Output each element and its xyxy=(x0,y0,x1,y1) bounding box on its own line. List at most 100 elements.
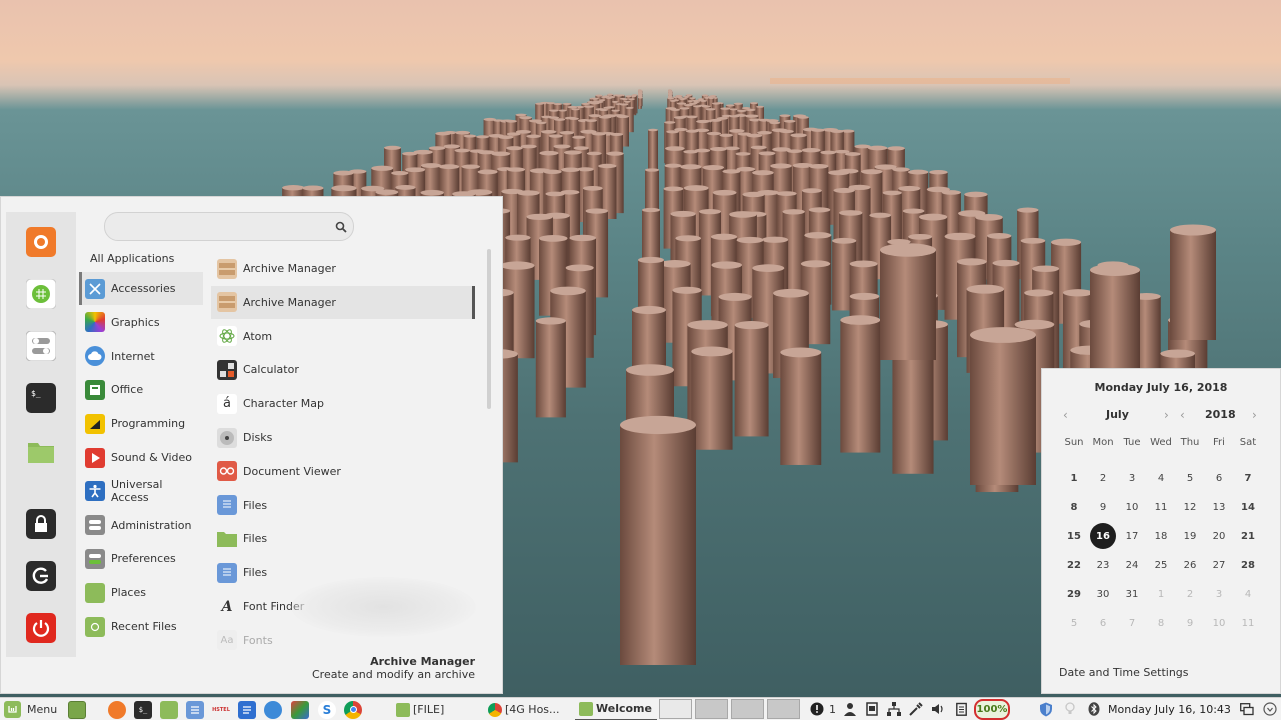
search-input[interactable] xyxy=(104,212,354,241)
workspace-4[interactable] xyxy=(767,699,800,719)
panel-clock[interactable]: Monday July 16, 10:43 xyxy=(1108,698,1231,720)
calendar-day[interactable]: 23 xyxy=(1089,552,1117,578)
app-item-character-map[interactable]: á Character Map xyxy=(211,387,475,420)
favorite-lock[interactable] xyxy=(26,509,56,539)
calendar-day[interactable]: 26 xyxy=(1176,552,1204,578)
calendar-day[interactable]: 10 xyxy=(1205,610,1233,636)
prev-year-icon[interactable]: ‹ xyxy=(1180,408,1185,422)
calendar-day[interactable]: 14 xyxy=(1234,494,1262,520)
calendar-day[interactable]: 15 xyxy=(1060,523,1088,549)
shield-icon[interactable] xyxy=(1038,701,1054,717)
calendar-day[interactable]: 21 xyxy=(1234,523,1262,549)
calendar-day[interactable]: 29 xyxy=(1060,581,1088,607)
calendar-day[interactable]: 5 xyxy=(1176,465,1204,491)
launcher-document[interactable] xyxy=(238,698,256,720)
clipboard-icon[interactable] xyxy=(864,701,880,717)
calendar-day[interactable]: 7 xyxy=(1118,610,1146,636)
clipboard-manager-icon[interactable] xyxy=(953,701,969,717)
session-icon[interactable] xyxy=(1262,701,1278,717)
calendar-day[interactable]: 5 xyxy=(1060,610,1088,636)
app-item-files[interactable]: Files xyxy=(211,522,475,555)
battery-indicator[interactable]: 100% xyxy=(974,699,1010,720)
category-universal-access[interactable]: Universal Access xyxy=(79,475,203,508)
menu-button[interactable]: Menu xyxy=(4,698,57,720)
volume-icon[interactable] xyxy=(930,701,946,717)
redshift-icon[interactable] xyxy=(1062,701,1078,717)
category-accessories[interactable]: Accessories xyxy=(79,272,203,305)
workspace-3[interactable] xyxy=(731,699,764,719)
calendar-day[interactable]: 3 xyxy=(1118,465,1146,491)
workspace-1[interactable] xyxy=(659,699,692,719)
category-preferences[interactable]: Preferences xyxy=(79,542,203,575)
calendar-day[interactable]: 28 xyxy=(1234,552,1262,578)
apps-scrollbar[interactable] xyxy=(487,249,491,409)
workspace-switcher-icon[interactable] xyxy=(1239,701,1255,717)
calendar-day[interactable]: 8 xyxy=(1147,610,1175,636)
calendar-day[interactable]: 18 xyxy=(1147,523,1175,549)
window-button[interactable]: [FILE] xyxy=(392,698,480,720)
all-applications-category[interactable]: All Applications xyxy=(90,252,174,265)
app-item-calculator[interactable]: Calculator xyxy=(211,353,475,386)
calendar-day[interactable]: 30 xyxy=(1089,581,1117,607)
next-month-icon[interactable]: › xyxy=(1164,408,1169,422)
favorite-settings[interactable] xyxy=(26,331,56,361)
calendar-day[interactable]: 9 xyxy=(1176,610,1204,636)
calendar-day[interactable]: 11 xyxy=(1147,494,1175,520)
app-item-files[interactable]: Files xyxy=(211,489,475,522)
calendar-day[interactable]: 10 xyxy=(1118,494,1146,520)
calendar-day[interactable]: 1 xyxy=(1147,581,1175,607)
launcher-firefox[interactable] xyxy=(108,698,126,720)
calendar-day[interactable]: 11 xyxy=(1234,610,1262,636)
launcher-hostel[interactable]: HSTEL xyxy=(212,698,230,720)
launcher-terminal[interactable]: $_ xyxy=(134,698,152,720)
favorite-terminal[interactable]: $_ xyxy=(26,383,56,413)
calendar-day[interactable]: 2 xyxy=(1176,581,1204,607)
launcher-files[interactable] xyxy=(160,698,178,720)
calendar-day[interactable]: 24 xyxy=(1118,552,1146,578)
calendar-day[interactable]: 4 xyxy=(1234,581,1262,607)
launcher-virtualbox[interactable] xyxy=(291,698,309,720)
favorite-shutdown[interactable] xyxy=(26,613,56,643)
date-time-settings-link[interactable]: Date and Time Settings xyxy=(1059,666,1189,679)
calendar-day[interactable]: 20 xyxy=(1205,523,1233,549)
window-button[interactable]: [4G Hos... xyxy=(484,698,572,720)
notifications-icon[interactable] xyxy=(809,701,825,717)
category-recent-files[interactable]: Recent Files xyxy=(79,610,203,643)
app-item-document-viewer[interactable]: Document Viewer xyxy=(211,455,475,488)
calendar-day-today[interactable]: 16 xyxy=(1090,523,1116,549)
category-office[interactable]: Office xyxy=(79,373,203,406)
favorite-software-manager[interactable] xyxy=(26,279,56,309)
calendar-day[interactable]: 22 xyxy=(1060,552,1088,578)
app-item-atom[interactable]: Atom xyxy=(211,320,475,353)
calendar-day[interactable]: 31 xyxy=(1118,581,1146,607)
calendar-day[interactable]: 9 xyxy=(1089,494,1117,520)
favorite-logout[interactable] xyxy=(26,561,56,591)
calendar-day[interactable]: 6 xyxy=(1089,610,1117,636)
calendar-day[interactable]: 2 xyxy=(1089,465,1117,491)
calendar-day[interactable]: 25 xyxy=(1147,552,1175,578)
calendar-day[interactable]: 7 xyxy=(1234,465,1262,491)
calendar-day[interactable]: 13 xyxy=(1205,494,1233,520)
category-administration[interactable]: Administration xyxy=(79,509,203,542)
user-icon[interactable] xyxy=(842,701,858,717)
launcher-aperture[interactable] xyxy=(264,698,282,720)
calendar-day[interactable]: 19 xyxy=(1176,523,1204,549)
calendar-day[interactable]: 1 xyxy=(1060,465,1088,491)
search-icon[interactable] xyxy=(335,221,347,233)
app-item-disks[interactable]: Disks xyxy=(211,421,475,454)
calendar-day[interactable]: 3 xyxy=(1205,581,1233,607)
category-graphics[interactable]: Graphics xyxy=(79,306,203,339)
launcher-chrome[interactable] xyxy=(344,698,362,720)
window-button[interactable]: Welcome xyxy=(575,698,657,720)
favorite-files[interactable] xyxy=(26,437,56,467)
color-picker-icon[interactable] xyxy=(908,701,924,717)
favorite-firefox[interactable] xyxy=(26,227,56,257)
launcher-skype[interactable]: S xyxy=(318,698,336,720)
app-item-archive-manager[interactable]: Archive Manager xyxy=(211,252,475,285)
show-desktop-button[interactable] xyxy=(68,698,86,720)
bluetooth-icon[interactable] xyxy=(1086,701,1102,717)
app-item-archive-manager[interactable]: Archive Manager xyxy=(211,285,475,319)
launcher-text-editor[interactable] xyxy=(186,698,204,720)
calendar-day[interactable]: 27 xyxy=(1205,552,1233,578)
calendar-day[interactable]: 6 xyxy=(1205,465,1233,491)
